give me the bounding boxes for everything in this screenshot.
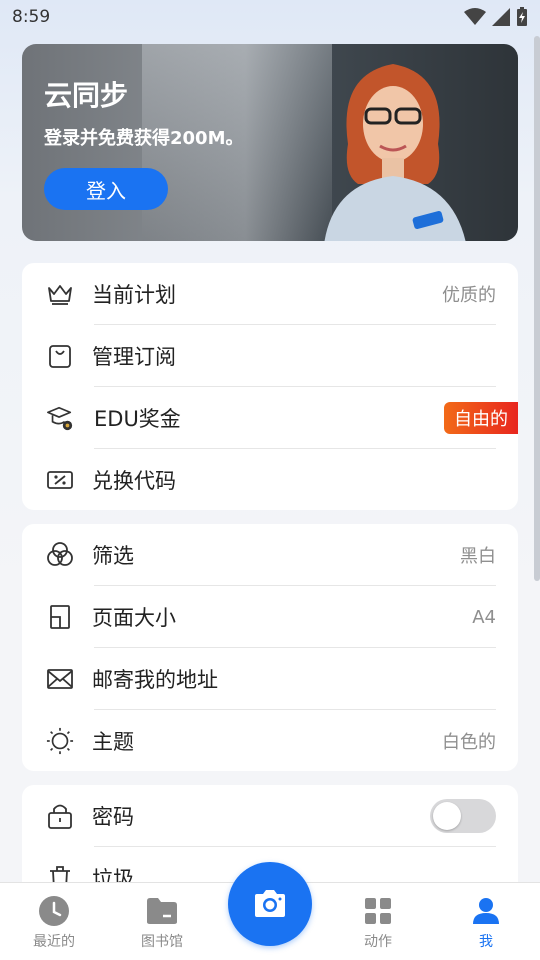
theme-row[interactable]: 主题 白色的 [22, 710, 518, 772]
scrollbar[interactable] [534, 36, 540, 581]
toggle-knob [433, 802, 461, 830]
current-plan-value: 优质的 [442, 285, 496, 306]
cloud-sync-banner: 云同步 登录并免费获得200M。 登入 [22, 44, 518, 241]
camera-button[interactable] [228, 862, 312, 946]
page-size-label: 页面大小 [92, 606, 176, 630]
grid-icon [362, 895, 394, 927]
filter-label: 筛选 [92, 544, 134, 568]
page-size-value: A4 [472, 606, 496, 628]
coupon-icon [46, 466, 74, 494]
mail-address-row[interactable]: 邮寄我的地址 [22, 648, 518, 710]
nav-me[interactable]: 我 [446, 895, 526, 955]
filter-row[interactable]: 筛选 黑白 [22, 524, 518, 586]
password-row[interactable]: 密码 [22, 785, 518, 847]
nav-library-label: 图书馆 [141, 934, 183, 950]
nav-actions-label: 动作 [364, 934, 392, 950]
clock-icon [38, 895, 70, 927]
page-size-icon [46, 603, 74, 631]
redeem-code-row[interactable]: 兑换代码 [22, 449, 518, 511]
redeem-code-label: 兑换代码 [92, 469, 176, 493]
login-button[interactable]: 登入 [44, 168, 168, 210]
edu-bonus-row[interactable]: EDU奖金 自由的 [22, 387, 518, 449]
banner-title: 云同步 [44, 79, 129, 112]
mail-icon [46, 665, 74, 693]
manage-subscription-row[interactable]: 管理订阅 [22, 325, 518, 387]
current-plan-row[interactable]: 当前计划 优质的 [22, 263, 518, 325]
filter-icon [46, 541, 74, 569]
status-icons [464, 7, 528, 27]
current-plan-label: 当前计划 [92, 283, 176, 307]
folder-icon [146, 895, 178, 927]
password-toggle[interactable] [430, 799, 496, 833]
nav-me-label: 我 [479, 934, 493, 950]
password-label: 密码 [92, 805, 134, 829]
theme-value: 白色的 [442, 732, 496, 753]
banner-subtitle: 登录并免费获得200M。 [44, 128, 244, 149]
manage-subscription-label: 管理订阅 [92, 345, 176, 369]
signal-icon [492, 8, 510, 26]
filter-value: 黑白 [460, 546, 496, 567]
mail-address-label: 邮寄我的地址 [92, 668, 218, 692]
shopping-bag-icon [46, 342, 74, 370]
sun-icon [46, 727, 74, 755]
plan-settings-card: 当前计划 优质的 管理订阅 EDU奖金 自由的 兑换代码 [22, 263, 518, 510]
status-time: 8:59 [12, 7, 51, 27]
edu-bonus-label: EDU奖金 [94, 407, 181, 431]
status-bar: 8:59 [0, 0, 540, 34]
free-badge: 自由的 [444, 402, 518, 434]
nav-recent-label: 最近的 [33, 934, 75, 950]
wifi-icon [464, 8, 486, 25]
theme-label: 主题 [92, 730, 134, 754]
crown-icon [46, 280, 74, 308]
person-icon [470, 895, 502, 927]
nav-library[interactable]: 图书馆 [122, 895, 202, 955]
nav-actions[interactable]: 动作 [338, 895, 418, 955]
lock-icon [46, 802, 74, 830]
document-settings-card: 筛选 黑白 页面大小 A4 邮寄我的地址 主题 白色的 [22, 524, 518, 771]
nav-recent[interactable]: 最近的 [14, 895, 94, 955]
graduation-cap-icon [46, 404, 74, 432]
banner-person-image [324, 64, 466, 241]
page-size-row[interactable]: 页面大小 A4 [22, 586, 518, 648]
battery-icon [517, 7, 527, 26]
camera-icon [255, 890, 285, 917]
